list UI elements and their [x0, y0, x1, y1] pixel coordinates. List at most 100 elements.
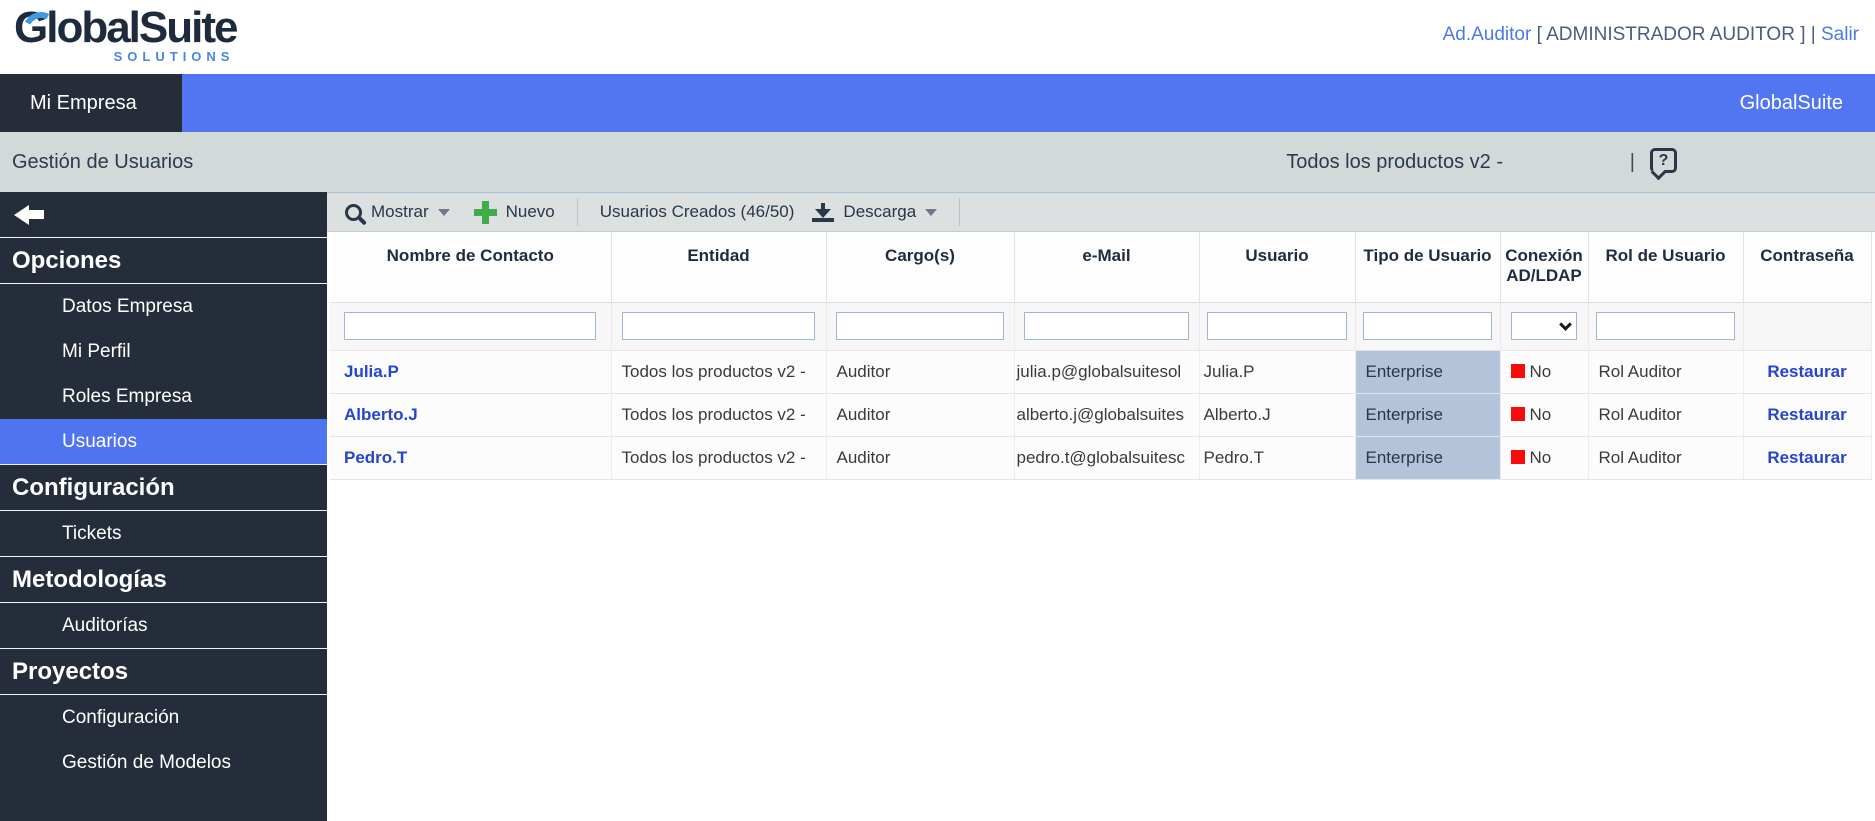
- table-header-row: Nombre de Contacto Entidad Cargo(s) e-Ma…: [330, 232, 1872, 303]
- usuario-cell: Julia.P: [1199, 350, 1356, 394]
- mostrar-label: Mostrar: [371, 202, 429, 221]
- usuario-cell: Alberto.J: [1199, 393, 1356, 437]
- download-icon: [812, 202, 835, 222]
- usuario-cell: Pedro.T: [1199, 436, 1356, 480]
- filter-input-usuario[interactable]: [1207, 312, 1347, 340]
- filter-input-email[interactable]: [1023, 312, 1190, 340]
- col-cargos: Cargo(s): [826, 232, 1015, 303]
- red-status-icon: [1510, 449, 1525, 464]
- restaurar-link[interactable]: Restaurar: [1767, 448, 1846, 467]
- tipo-usuario-cell: Enterprise: [1355, 436, 1501, 480]
- conexion-value: No: [1529, 361, 1552, 381]
- sidebar-item-datos-empresa[interactable]: Datos Empresa: [0, 284, 327, 329]
- sidebar-collapse-button[interactable]: [0, 192, 327, 237]
- red-status-icon: [1510, 363, 1525, 378]
- caret-down-icon: [925, 208, 938, 216]
- sidebar-item-gestion-modelos[interactable]: Gestión de Modelos: [0, 740, 327, 785]
- user-session-info: Ad.Auditor [ ADMINISTRADOR AUDITOR ] | S…: [1443, 24, 1859, 46]
- filter-input-nombre[interactable]: [344, 312, 597, 340]
- col-nombre-contacto: Nombre de Contacto: [330, 232, 612, 303]
- sidebar-item-usuarios[interactable]: Usuarios: [0, 419, 327, 464]
- rol-cell: Rol Auditor: [1588, 350, 1744, 394]
- session-divider: |: [1810, 24, 1816, 45]
- user-link[interactable]: Julia.P: [344, 362, 399, 381]
- logout-link[interactable]: Salir: [1821, 24, 1859, 45]
- restaurar-link[interactable]: Restaurar: [1767, 362, 1846, 381]
- usuarios-creados-counter: Usuarios Creados (46/50): [599, 202, 795, 221]
- restaurar-link[interactable]: Restaurar: [1767, 405, 1846, 424]
- nuevo-label: Nuevo: [505, 202, 555, 221]
- user-link[interactable]: Alberto.J: [344, 405, 418, 424]
- filter-row: [330, 302, 1872, 351]
- table-row: Alberto.J Todos los productos v2 - Audit…: [330, 393, 1872, 437]
- toolbar-divider: [959, 198, 961, 226]
- plus-icon: [473, 200, 497, 224]
- back-arrow-icon: [14, 204, 44, 225]
- descarga-label: Descarga: [843, 202, 917, 221]
- nuevo-button[interactable]: Nuevo: [473, 200, 555, 224]
- filter-input-tipo[interactable]: [1362, 312, 1493, 340]
- entidad-cell: Todos los productos v2 -: [611, 393, 827, 437]
- descarga-button[interactable]: Descarga: [812, 202, 938, 222]
- page-title: Gestión de Usuarios: [12, 150, 194, 173]
- users-table: Nombre de Contacto Entidad Cargo(s) e-Ma…: [330, 232, 1872, 480]
- filter-input-cargo[interactable]: [835, 312, 1005, 340]
- filter-select-conexion[interactable]: [1510, 312, 1578, 340]
- page-context-bar: Gestión de Usuarios Todos los productos …: [0, 132, 1875, 192]
- email-cell: pedro.t@globalsuitesc: [1014, 436, 1200, 480]
- email-cell: julia.p@globalsuitesol: [1014, 350, 1200, 394]
- col-entidad: Entidad: [611, 232, 827, 303]
- sidebar-section-proyectos: Proyectos: [0, 648, 327, 695]
- filter-input-rol[interactable]: [1596, 312, 1735, 340]
- app-header: GlobalSuite SOLUTIONS Ad.Auditor [ ADMIN…: [0, 0, 1875, 74]
- user-link[interactable]: Pedro.T: [344, 448, 407, 467]
- col-usuario: Usuario: [1199, 232, 1356, 303]
- entidad-cell: Todos los productos v2 -: [611, 436, 827, 480]
- toolbar-divider: [576, 198, 578, 226]
- table-row: Julia.P Todos los productos v2 - Auditor…: [330, 350, 1872, 394]
- product-context-label: Todos los productos v2 -: [1286, 150, 1503, 173]
- help-icon[interactable]: ?: [1650, 148, 1677, 173]
- col-conexion-adldap: Conexión AD/LDAP: [1500, 232, 1589, 303]
- conexion-cell: No: [1500, 350, 1589, 394]
- search-icon: [345, 203, 362, 221]
- sidebar-item-tickets[interactable]: Tickets: [0, 511, 327, 556]
- col-contrasena: Contraseña: [1743, 232, 1872, 303]
- tipo-usuario-cell: Enterprise: [1355, 393, 1501, 437]
- col-rol-usuario: Rol de Usuario: [1588, 232, 1744, 303]
- entidad-cell: Todos los productos v2 -: [611, 350, 827, 394]
- conexion-value: No: [1529, 447, 1552, 467]
- caret-down-icon: [437, 208, 450, 216]
- chevron-down-icon: [1559, 317, 1572, 331]
- cargo-cell: Auditor: [826, 350, 1015, 394]
- primary-nav-bar: Mi Empresa GlobalSuite: [0, 74, 1875, 132]
- sidebar: Opciones Datos Empresa Mi Perfil Roles E…: [0, 192, 327, 821]
- sidebar-section-metodologias: Metodologías: [0, 556, 327, 603]
- users-toolbar: Mostrar Nuevo Usuarios Creados (46/50) D…: [327, 192, 1875, 232]
- sidebar-item-mi-perfil[interactable]: Mi Perfil: [0, 329, 327, 374]
- mostrar-button[interactable]: Mostrar: [345, 202, 450, 222]
- col-email: e-Mail: [1014, 232, 1200, 303]
- user-name-link[interactable]: Ad.Auditor: [1443, 24, 1532, 45]
- sidebar-item-roles-empresa[interactable]: Roles Empresa: [0, 374, 327, 419]
- sidebar-section-configuracion: Configuración: [0, 464, 327, 511]
- red-status-icon: [1510, 406, 1525, 421]
- user-role-label: [ ADMINISTRADOR AUDITOR ]: [1536, 24, 1806, 45]
- tab-mi-empresa[interactable]: Mi Empresa: [0, 74, 182, 132]
- content-region: Mostrar Nuevo Usuarios Creados (46/50) D…: [327, 192, 1875, 821]
- cargo-cell: Auditor: [826, 436, 1015, 480]
- globalsuite-logo: GlobalSuite SOLUTIONS: [14, 4, 238, 65]
- context-divider: |: [1629, 150, 1635, 173]
- brand-label: GlobalSuite: [1739, 91, 1843, 114]
- rol-cell: Rol Auditor: [1588, 393, 1744, 437]
- sidebar-section-opciones: Opciones: [0, 237, 327, 284]
- table-row: Pedro.T Todos los productos v2 - Auditor…: [330, 436, 1872, 480]
- conexion-cell: No: [1500, 393, 1589, 437]
- rol-cell: Rol Auditor: [1588, 436, 1744, 480]
- sidebar-item-auditorias[interactable]: Auditorías: [0, 603, 327, 648]
- sidebar-item-configuracion[interactable]: Configuración: [0, 695, 327, 740]
- conexion-value: No: [1529, 404, 1552, 424]
- main-region: Opciones Datos Empresa Mi Perfil Roles E…: [0, 192, 1875, 821]
- cargo-cell: Auditor: [826, 393, 1015, 437]
- filter-input-entidad[interactable]: [622, 312, 815, 340]
